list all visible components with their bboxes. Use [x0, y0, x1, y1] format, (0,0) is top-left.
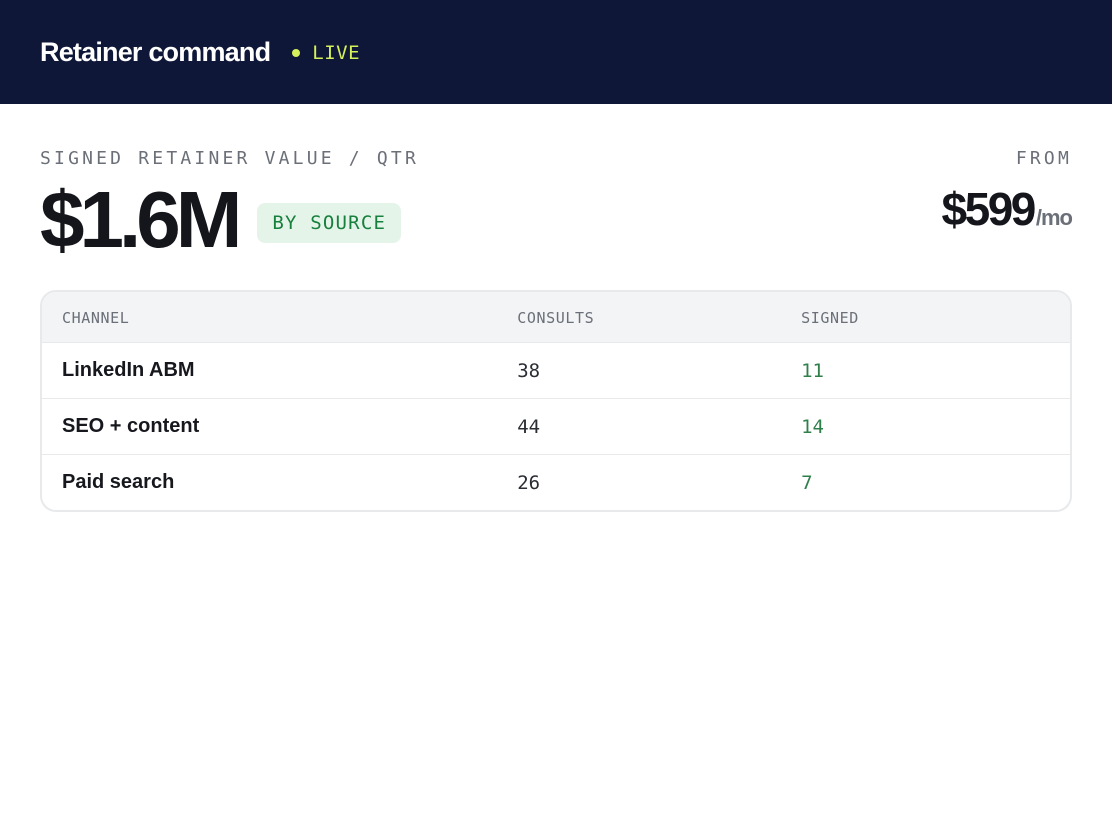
kpi-label: SIGNED RETAINER VALUE / QTR: [40, 148, 419, 169]
table-row[interactable]: LinkedIn ABM 38 11: [42, 342, 1070, 398]
top-bar: Retainer command LIVE: [0, 0, 1112, 104]
table-row[interactable]: Paid search 26 7: [42, 454, 1070, 510]
price-value: $599: [941, 183, 1037, 235]
by-source-badge[interactable]: BY SOURCE: [257, 203, 402, 243]
live-dot-icon: [292, 49, 301, 57]
price-unit: /mo: [1035, 205, 1073, 230]
table-header: CHANNEL CONSULTS SIGNED: [42, 292, 1070, 342]
price: $599 /mo: [941, 182, 1073, 236]
consults-value: 44: [517, 415, 541, 438]
signed-value: 14: [801, 415, 824, 438]
channel-table: CHANNEL CONSULTS SIGNED LinkedIn ABM 38 …: [40, 290, 1072, 512]
consults-value: 26: [517, 471, 541, 494]
channel-name: Paid search: [62, 471, 175, 493]
price-label: FROM: [1015, 148, 1072, 169]
channel-name: SEO + content: [62, 415, 200, 437]
signed-value: 11: [801, 359, 824, 382]
table-row[interactable]: SEO + content 44 14: [42, 398, 1070, 454]
column-header-consults[interactable]: CONSULTS: [497, 307, 781, 327]
column-header-channel[interactable]: CHANNEL: [42, 307, 497, 327]
app-title: Retainer command: [40, 36, 271, 67]
live-status: LIVE: [292, 42, 360, 64]
signed-value: 7: [801, 471, 813, 494]
column-header-signed[interactable]: SIGNED: [781, 307, 1070, 327]
live-status-label: LIVE: [312, 42, 361, 64]
consults-value: 38: [517, 359, 541, 382]
kpi-row: $1.6M BY SOURCE: [40, 175, 402, 264]
channel-name: LinkedIn ABM: [62, 359, 195, 381]
kpi-value: $1.6M: [40, 175, 242, 264]
kpi-section: SIGNED RETAINER VALUE / QTR $1.6M BY SOU…: [0, 104, 1112, 290]
